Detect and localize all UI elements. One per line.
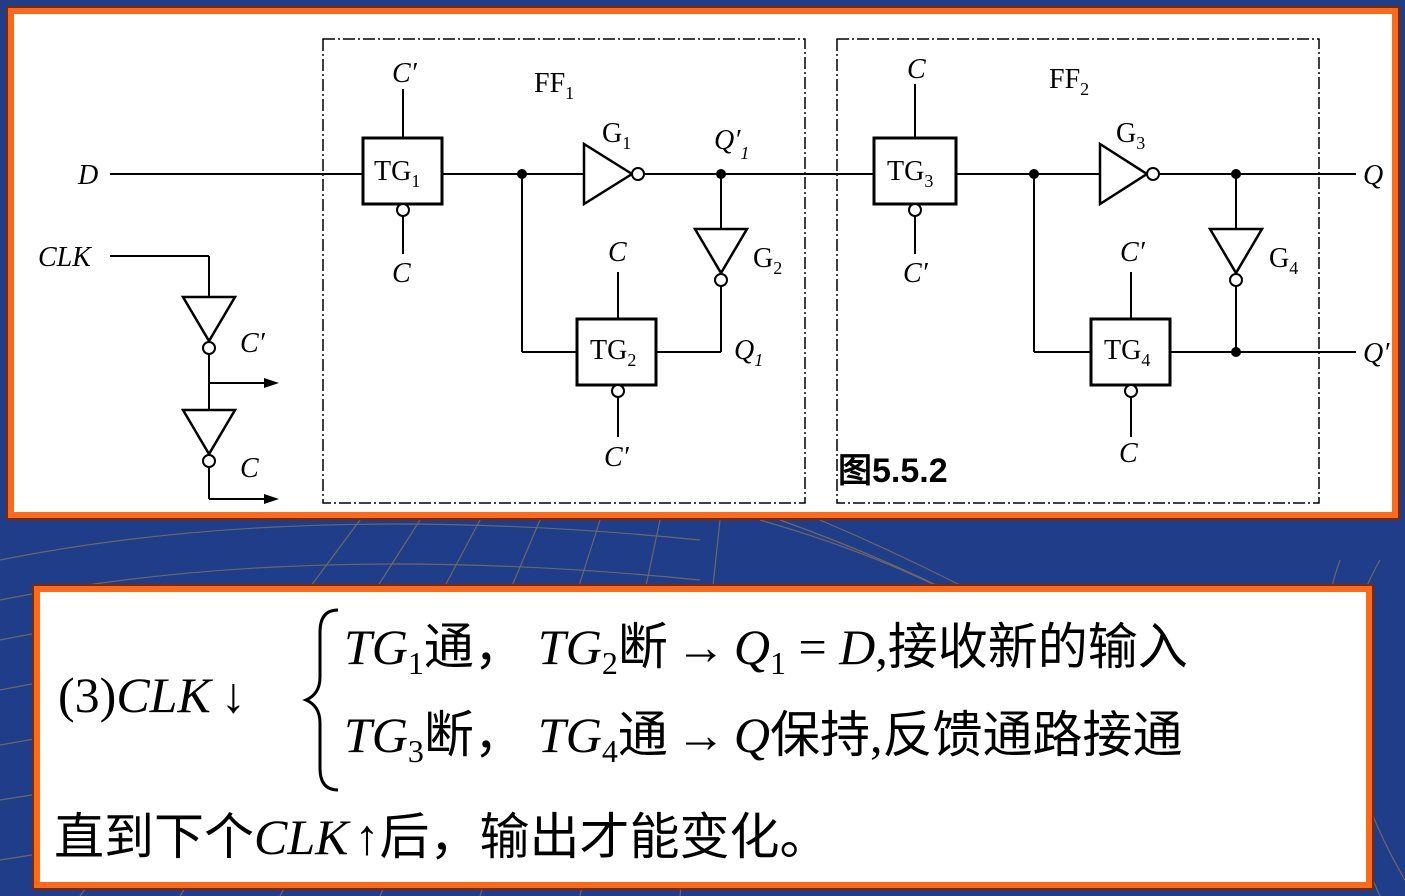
tg3-bottom-label: C′ (903, 258, 929, 289)
tg1-bottom-label: C (392, 258, 411, 289)
explanation-panel: (3)CLK ↓ TG1通， TG2断 → Q1 = D,接收新的输入 TG3断， TG4… (32, 584, 1374, 890)
ff2-title: FF2 (1049, 64, 1089, 99)
clk-inverter-2 (180, 408, 238, 457)
circuit-diagram-panel: D CLK C′ C C′ FF1 TG1 C G1 Q′1 G2 C TG2 … (6, 6, 1400, 520)
g2-inverter (692, 227, 750, 276)
step-prefix: (3)CLK ↓ (58, 667, 246, 723)
clock-c-prime-label: C′ (240, 328, 266, 359)
tg2-top-label: C (608, 237, 627, 268)
explanation-line-2: TG3断， TG4通 → Q保持,反馈通路接通 (344, 707, 1182, 769)
clock-c-label: C (240, 453, 259, 484)
g2-label: G2 (753, 243, 782, 278)
g1-inverter (582, 141, 635, 207)
tg4-bottom-label: C (1119, 438, 1138, 469)
curly-brace (302, 608, 339, 792)
explanation-bottom-line: 直到下个CLK ↑后，输出才能变化。 (54, 809, 830, 865)
g3-inverter (1098, 141, 1150, 207)
ff1-title: FF1 (534, 68, 574, 103)
tg2-bottom-label: C′ (604, 442, 630, 473)
circuit-diagram: D CLK C′ C C′ FF1 TG1 C G1 Q′1 G2 C TG2 … (38, 38, 1390, 504)
tg3-top-label: C (907, 54, 926, 85)
explanation-text: (3)CLK ↓ TG1通， TG2断 → Q1 = D,接收新的输入 TG3断， TG4… (54, 608, 1188, 865)
output-q-bar-label: Q′ (1363, 338, 1390, 369)
input-clk-label: CLK (38, 242, 92, 273)
output-q-label: Q (1363, 160, 1383, 191)
explanation-line-1: TG1通， TG2断 → Q1 = D,接收新的输入 (344, 619, 1188, 681)
tg4-top-label: C′ (1120, 237, 1146, 268)
clk-inverter-1 (180, 295, 238, 344)
figure-label: 图5.5.2 (838, 452, 948, 490)
g4-inverter (1207, 227, 1265, 276)
tg1-top-label: C′ (392, 58, 418, 89)
g1-label: G1 (602, 118, 631, 153)
input-d-label: D (77, 160, 98, 191)
q1-label: Q1 (734, 335, 763, 370)
g4-label: G4 (1269, 243, 1298, 278)
g3-label: G3 (1116, 118, 1145, 153)
q1-prime-label: Q′1 (714, 125, 749, 163)
